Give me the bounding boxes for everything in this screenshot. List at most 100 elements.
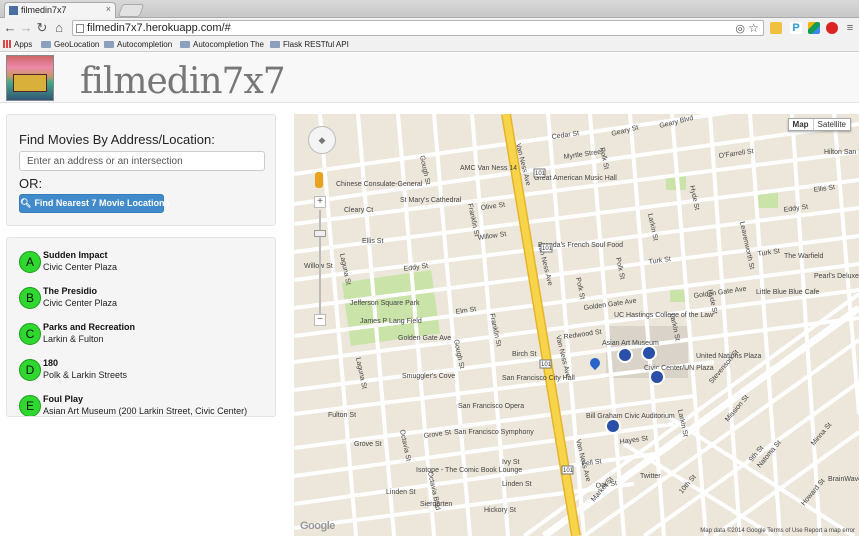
browser-tab-strip: filmedin7x7 × [0, 0, 859, 18]
map-label: San Francisco Opera [458, 403, 524, 410]
address-input[interactable] [19, 151, 265, 171]
map-label: Leavenworth St [738, 221, 755, 270]
reload-icon[interactable]: ↻ [35, 21, 49, 35]
location-title: 180 [43, 358, 59, 368]
marker-icon: B [19, 287, 41, 309]
list-item[interactable]: C Parks and Recreation Larkin & Fulton [19, 320, 269, 350]
brand-title[interactable]: filmedin7x7 [80, 61, 286, 102]
map-footer[interactable]: Map data ©2014 Google Terms of Use Repor… [700, 528, 855, 534]
map-marker-d[interactable] [605, 418, 621, 434]
map-label: Ellis St [362, 238, 383, 245]
map-label: Eddy St [783, 204, 808, 214]
logo-image[interactable] [6, 55, 54, 101]
map-label: Grove St [354, 441, 382, 448]
location-title: Sudden Impact [43, 250, 108, 260]
find-nearest-button[interactable]: 🔍︎ Find Nearest 7 Movie Locations [19, 194, 169, 213]
drive-extension-icon[interactable] [808, 22, 820, 34]
map-label: Redwood St [563, 329, 602, 341]
tab-title: filmedin7x7 [21, 5, 67, 15]
page-icon [76, 24, 84, 33]
close-tab-icon[interactable]: × [106, 4, 111, 14]
map-type-satellite-button[interactable]: Satellite [814, 119, 850, 130]
adblock-extension-icon[interactable] [826, 22, 838, 34]
location-title: Parks and Recreation [43, 322, 136, 332]
map-streets: Geary StGeary BlvdO'Farrell StMyrtle Str… [294, 114, 859, 536]
map-label: San Francisco Symphony [454, 429, 534, 436]
url-text: filmedin7x7.herokuapp.com/# [87, 22, 231, 34]
map-label: O'Farrell St [718, 148, 754, 160]
map-marker-a[interactable] [617, 347, 633, 363]
zoom-slider-handle[interactable] [314, 230, 326, 237]
apps-icon [3, 40, 11, 48]
location-address: Larkin & Fulton [43, 334, 104, 344]
location-icon[interactable]: ◎ [735, 22, 745, 35]
list-item[interactable]: E Foul Play Asian Art Museum (200 Larkin… [19, 392, 269, 416]
list-item[interactable]: B The Presidio Civic Center Plaza [19, 284, 269, 314]
map-label: Hayes St [619, 435, 648, 446]
bookmarks-bar: Apps GeoLocation Autocompletion Autocomp… [0, 38, 859, 52]
map-label: Cedar St [551, 130, 579, 141]
bookmark-apps[interactable]: Apps [3, 40, 32, 49]
bookmark-star-icon[interactable]: ☆ [748, 21, 759, 35]
map-label: Larkin St [646, 213, 659, 242]
map-label: UC Hastings College of the Law [614, 312, 714, 319]
new-tab-button[interactable] [117, 4, 145, 17]
map-label: Pearl's Deluxe Burgers [814, 273, 859, 280]
map-label: Franklin St [466, 203, 480, 237]
map-marker-b[interactable] [641, 345, 657, 361]
location-title: The Presidio [43, 286, 98, 296]
map-label: Fulton St [328, 412, 356, 419]
map-label: Jefferson Square Park [350, 300, 420, 307]
zoom-in-button[interactable]: + [314, 196, 326, 208]
map-label: AMC Van Ness 14 [460, 165, 517, 172]
marker-icon: D [19, 359, 41, 381]
bookmark-autocompletion-the[interactable]: Autocompletion The [180, 40, 264, 49]
home-icon[interactable]: ⌂ [52, 21, 66, 35]
back-icon[interactable]: ← [3, 21, 17, 35]
zoom-out-button[interactable]: − [314, 314, 326, 326]
map-label: Laguna St [354, 357, 367, 390]
map-label: Chinese Consulate-General [336, 181, 423, 188]
find-movies-title: Find Movies By Address/Location: [19, 132, 215, 147]
location-address: Civic Center Plaza [43, 298, 118, 308]
map-label: James P Lang Field [360, 318, 422, 325]
find-nearest-label: Find Nearest 7 Movie Locations [34, 198, 170, 208]
google-logo[interactable]: Google [300, 520, 335, 532]
location-address: Civic Center Plaza [43, 262, 118, 272]
app-header: filmedin7x7 [0, 53, 859, 103]
browser-toolbar: ← → ↻ ⌂ filmedin7x7.herokuapp.com/# ◎ ☆ … [0, 18, 859, 38]
map-label: Laguna St [338, 253, 351, 286]
list-item[interactable]: A Sudden Impact Civic Center Plaza [19, 248, 269, 278]
bookmark-flask-restful-api[interactable]: Flask RESTful API [270, 40, 349, 49]
marker-icon: A [19, 251, 41, 273]
forward-icon[interactable]: → [19, 21, 33, 35]
p-extension-icon[interactable]: P [790, 22, 802, 34]
list-item[interactable]: D 180 Polk & Larkin Streets [19, 356, 269, 386]
folder-icon [41, 41, 51, 48]
menu-icon[interactable]: ≡ [843, 21, 857, 35]
or-label: OR: [19, 176, 43, 191]
map-label: Great American Music Hall [534, 175, 617, 182]
map-label: Bill Graham Civic Auditorium [586, 413, 675, 420]
folder-extension-icon[interactable] [770, 22, 782, 34]
bookmark-autocompletion[interactable]: Autocompletion [104, 40, 172, 49]
map-label: Linden St [386, 489, 416, 496]
map-marker-c[interactable] [649, 369, 665, 385]
map-label: Little Blue Blue Cafe [756, 289, 820, 296]
map-label: Geary Blvd [659, 115, 694, 130]
browser-tab[interactable]: filmedin7x7 × [4, 2, 116, 18]
map-label: Golden Gate Ave [693, 286, 747, 300]
pegman-icon[interactable] [315, 172, 323, 188]
zoom-slider-track[interactable] [319, 210, 321, 314]
map-type-map-button[interactable]: Map [789, 119, 814, 130]
map-canvas[interactable]: Geary St Geary Blvd O'Farrell St Myrtle Str… [294, 114, 859, 536]
map-label: Smuggler's Cove [402, 373, 455, 380]
bookmark-geolocation[interactable]: GeoLocation [41, 40, 99, 49]
marker-icon: E [19, 395, 41, 416]
map-label: BrainWave [828, 476, 859, 483]
location-address: Polk & Larkin Streets [43, 370, 128, 380]
search-panel: Find Movies By Address/Location: OR: 🔍︎F… [6, 114, 276, 226]
pan-control[interactable]: ◆ [308, 126, 336, 154]
address-bar[interactable]: filmedin7x7.herokuapp.com/# ◎ ☆ [72, 20, 764, 36]
marker-icon: C [19, 323, 41, 345]
